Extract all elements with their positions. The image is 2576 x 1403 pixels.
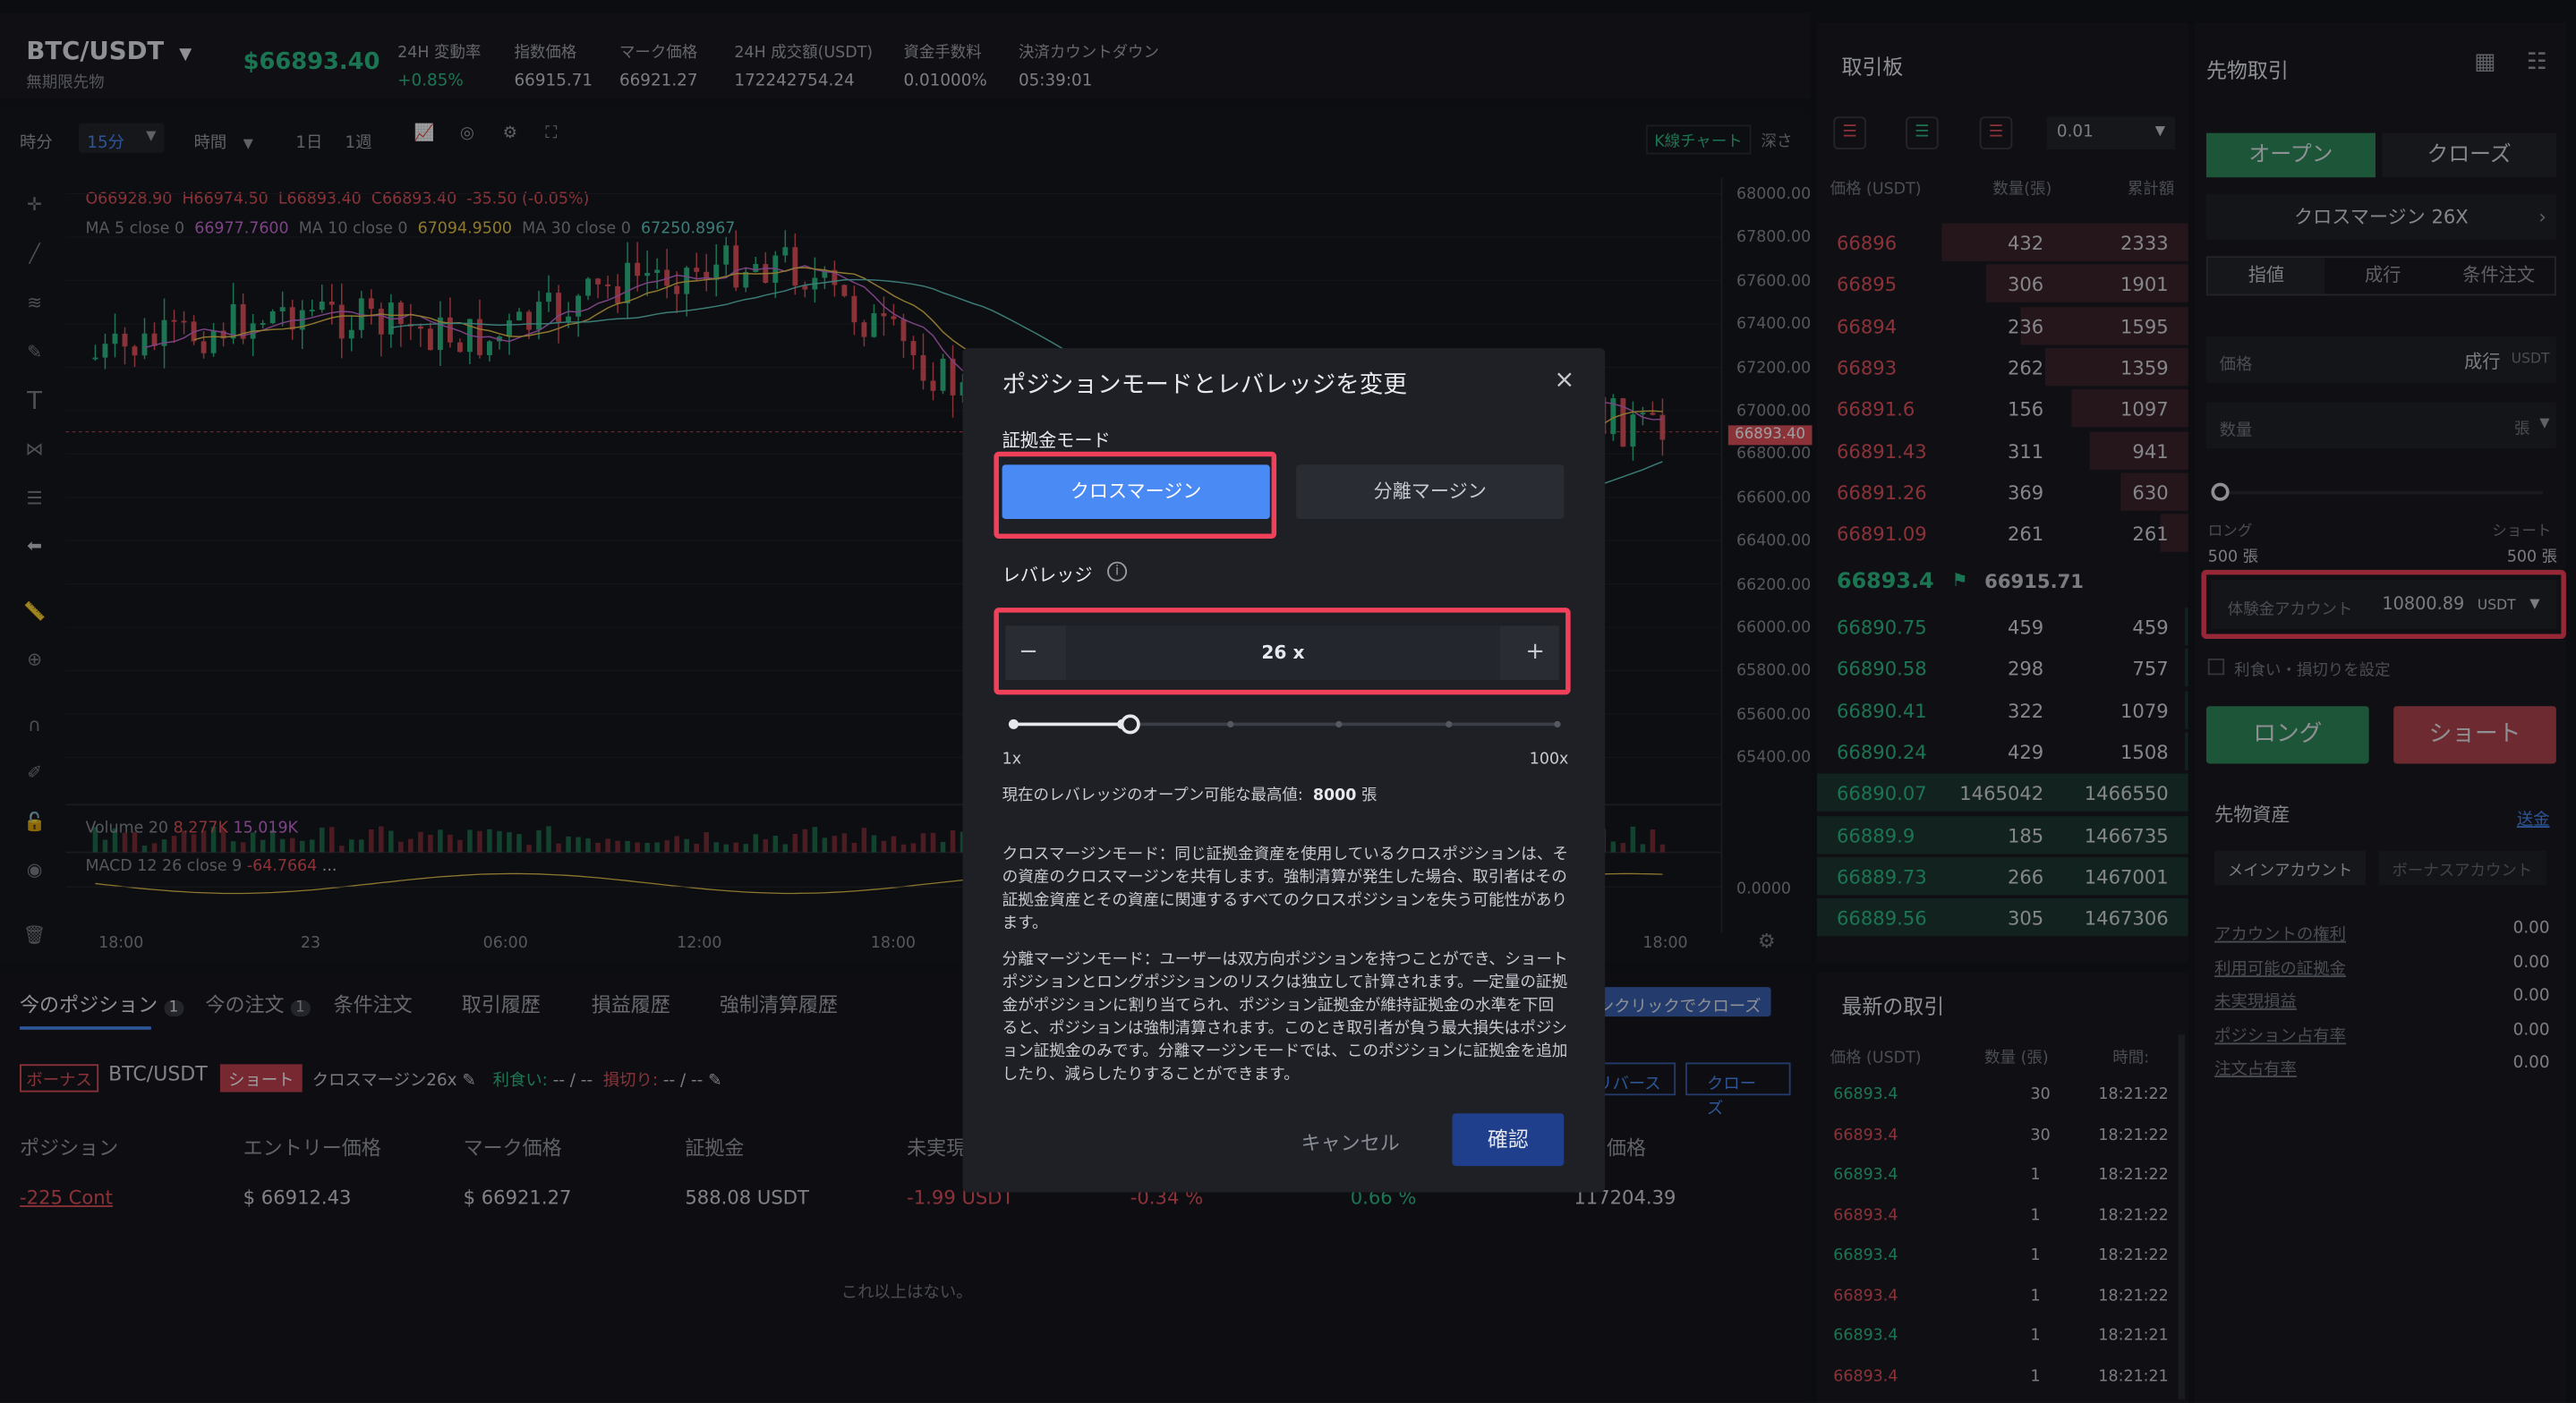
slider-tick — [1227, 720, 1234, 728]
cross-margin-button[interactable]: クロスマージン — [1002, 464, 1270, 519]
app-root: BTC/USDT ▼ 無期限先物 $66893.40 24H 変動率 +0.85%… — [0, 0, 2576, 1403]
leverage-input[interactable]: 26 x — [1066, 625, 1500, 680]
max-open-value: 8000 — [1312, 787, 1357, 805]
modal-title: ポジションモードとレバレッジを変更 — [1002, 372, 1408, 400]
slider-max-label: 100x — [1529, 750, 1569, 769]
close-icon[interactable]: × — [1554, 364, 1574, 394]
slider-min-label: 1x — [1002, 750, 1022, 769]
max-open-text: 現在のレバレッジのオープン可能な最高値: — [1002, 787, 1303, 805]
isolated-margin-button[interactable]: 分離マージン — [1296, 464, 1565, 519]
cross-margin-description: クロスマージンモード：同じ証拠金資産を使用しているクロスポジションは、その資産の… — [1002, 846, 1569, 933]
minus-button[interactable]: − — [1005, 625, 1051, 680]
isolated-margin-description: 分離マージンモード：ユーザーは双方向ポジションを持つことができ、ショートポジショ… — [1002, 950, 1568, 1084]
info-icon[interactable]: i — [1107, 561, 1128, 582]
slider-tick — [1335, 720, 1343, 728]
leverage-slider-handle[interactable] — [1120, 714, 1140, 735]
slider-min-dot — [1008, 719, 1019, 729]
slider-tick — [1446, 720, 1453, 728]
plus-button[interactable]: + — [1512, 625, 1559, 680]
leverage-value: 26 x — [1261, 642, 1305, 664]
margin-mode-label: 証拠金モード — [1002, 429, 1111, 452]
leverage-slider-fill — [1013, 722, 1130, 727]
slider-tick — [1554, 720, 1561, 728]
leverage-label: レバレッジ — [1002, 565, 1093, 587]
confirm-button[interactable]: 確認 — [1452, 1113, 1565, 1167]
max-open-unit: 張 — [1361, 787, 1378, 805]
cancel-button[interactable]: キャンセル — [1301, 1128, 1400, 1156]
max-open-readout: 現在のレバレッジのオープン可能な最高値: 8000 張 — [1002, 782, 1378, 805]
